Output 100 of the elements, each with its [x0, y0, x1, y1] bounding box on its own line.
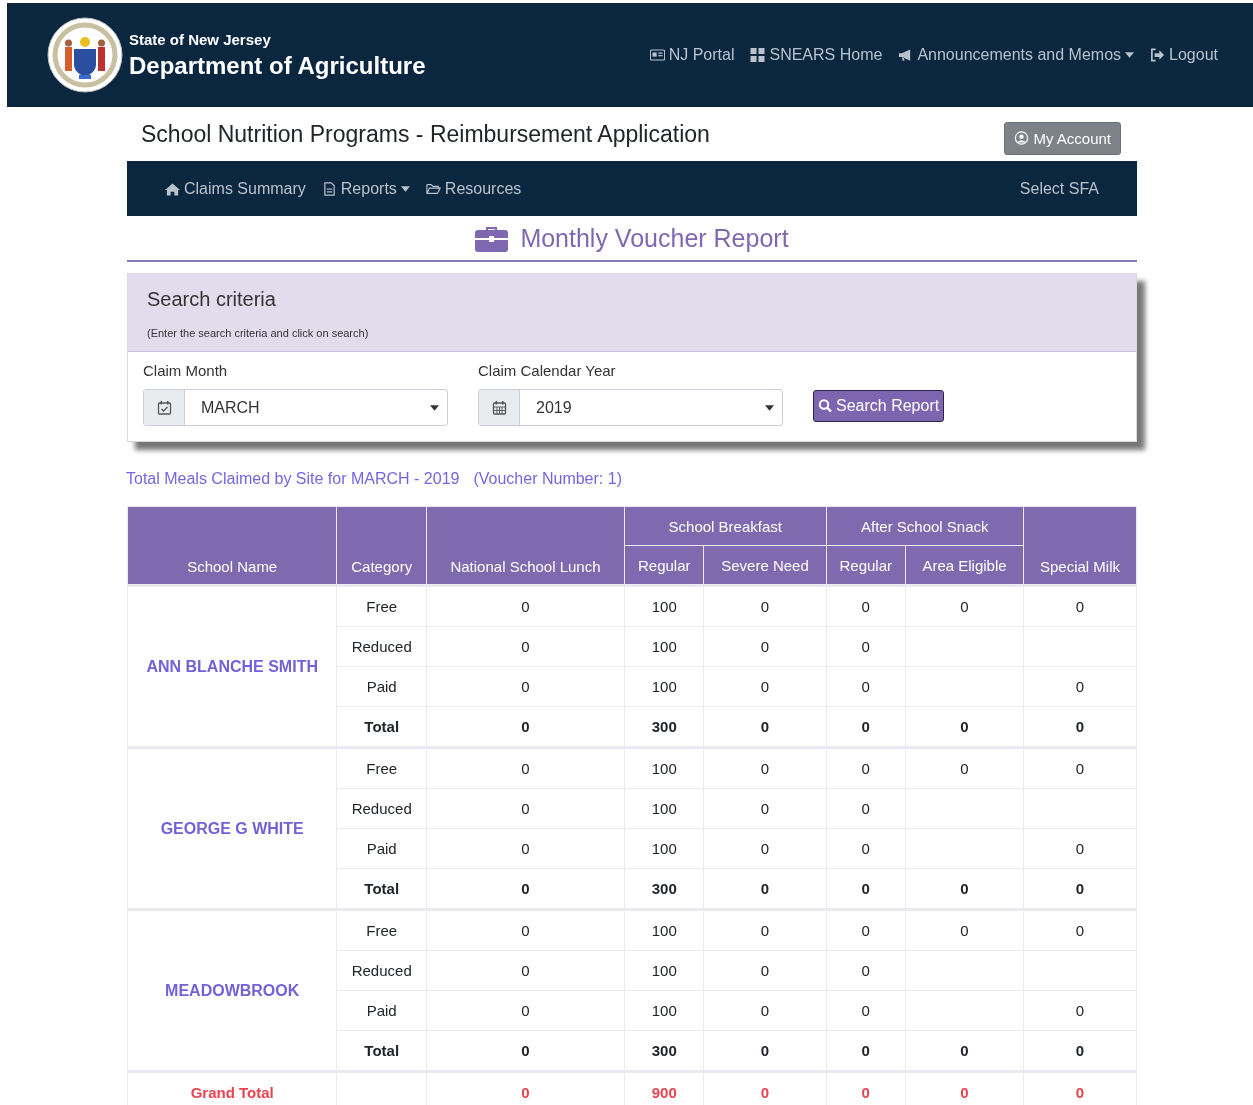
table-cell: 100	[624, 585, 704, 627]
table-cell: 0	[1023, 828, 1137, 869]
table-cell: 0	[426, 909, 625, 951]
column-header: Area Eligible	[905, 545, 1024, 586]
table-cell: 0	[426, 950, 625, 991]
nav-link[interactable]: Reports	[321, 179, 410, 198]
user-icon	[1014, 131, 1030, 145]
table-cell: 0	[704, 990, 826, 1031]
table-cell: 0	[704, 828, 826, 869]
table-cell: 0	[1023, 909, 1137, 951]
table-cell: 0	[704, 788, 826, 829]
table-cell: 0	[426, 990, 625, 1031]
caret-icon	[765, 404, 774, 411]
search-icon	[818, 399, 833, 413]
school-name[interactable]: ANN BLANCHE SMITH	[127, 585, 337, 748]
column-header: Regular	[624, 545, 704, 586]
table-cell: 0	[905, 909, 1024, 951]
category-cell: Free	[336, 909, 427, 951]
calendar-icon	[491, 400, 507, 415]
table-cell: 0	[905, 747, 1024, 789]
table-cell: 0	[1023, 747, 1137, 789]
table-cell: 0	[905, 1071, 1024, 1105]
header-link[interactable]: Logout	[1150, 46, 1218, 64]
card-title: Search criteria	[147, 288, 277, 311]
table-cell: 0	[704, 1071, 826, 1105]
nav-link[interactable]: Claims Summary	[165, 179, 306, 198]
table-cell: 0	[826, 585, 906, 627]
table-cell: 100	[624, 666, 704, 707]
briefcase-icon	[475, 224, 509, 252]
table-cell: 0	[704, 626, 826, 667]
table-cell: 0	[826, 747, 906, 789]
table-cell: 0	[426, 828, 625, 869]
table-cell: 0	[704, 585, 826, 627]
table-cell: 0	[426, 666, 625, 707]
table-cell: 0	[1023, 666, 1137, 707]
column-group-header: School Breakfast	[624, 506, 826, 546]
document-icon	[321, 181, 337, 196]
header-link[interactable]: SNEARS Home	[750, 46, 883, 64]
table-cell: 0	[1023, 585, 1137, 627]
table-cell: 0	[426, 1071, 625, 1105]
grid-icon	[750, 48, 766, 62]
folder-icon	[425, 181, 441, 196]
page-title: Monthly Voucher Report	[520, 223, 789, 253]
table-cell: 0	[905, 585, 1024, 627]
school-name[interactable]: MEADOWBROOK	[127, 909, 337, 1072]
table-cell: 0	[826, 666, 906, 707]
search-button[interactable]: Search Report	[813, 390, 945, 422]
category-cell: Paid	[336, 666, 427, 707]
caret-icon	[400, 185, 410, 192]
school-name[interactable]: GEORGE G WHITE	[127, 747, 337, 910]
table-cell: 0	[704, 747, 826, 789]
grand-total-label: Grand Total	[127, 1071, 337, 1105]
caret-icon	[430, 404, 439, 411]
app-title: School Nutrition Programs - Reimbursement Application	[141, 120, 710, 148]
table-cell: 0	[704, 666, 826, 707]
voucher-number: (Voucher Number: 1)	[473, 470, 622, 488]
table-cell: 0	[826, 626, 906, 667]
home-icon	[165, 181, 180, 196]
table-cell: 100	[624, 788, 704, 829]
column-header: Category	[336, 506, 427, 586]
category-cell: Free	[336, 747, 427, 789]
select-field[interactable]: MARCH	[143, 389, 448, 426]
nav-link[interactable]: Select SFA	[1019, 179, 1099, 198]
table-cell: 100	[624, 747, 704, 789]
header-link[interactable]: NJ Portal	[649, 46, 735, 64]
table-cell: 0	[426, 747, 625, 789]
column-header: National School Lunch	[426, 506, 625, 586]
table-cell: 100	[624, 909, 704, 951]
table-cell: 0	[826, 990, 906, 1031]
category-cell: Paid	[336, 828, 427, 869]
my-account-button[interactable]: My Account	[1004, 121, 1121, 155]
column-header: Regular	[826, 545, 906, 586]
table-cell: 0	[704, 950, 826, 991]
column-group-header: After School Snack	[826, 506, 1024, 546]
table-cell: 0	[1023, 1071, 1137, 1105]
select-field[interactable]: 2019	[478, 389, 783, 426]
table-cell: 0	[704, 909, 826, 951]
category-cell: Reduced	[336, 950, 427, 991]
nav-link[interactable]: Resources	[425, 179, 522, 198]
calendar-icon	[156, 400, 172, 415]
logout-icon	[1150, 48, 1166, 62]
table-cell: 0	[426, 585, 625, 627]
header-link[interactable]: Announcements and Memos	[898, 46, 1135, 64]
summary-link[interactable]: Total Meals Claimed by Site for MARCH - 2019	[126, 470, 460, 488]
hint-text: (Enter the search criteria and click on search)	[147, 327, 370, 339]
table-cell: 0	[826, 828, 906, 869]
table-cell: 100	[624, 990, 704, 1031]
field-label: Claim Month	[143, 362, 229, 379]
field-label: Claim Calendar Year	[478, 362, 617, 379]
column-header: School Name	[127, 506, 337, 586]
table-cell: 0	[826, 1071, 906, 1105]
table-cell: 100	[624, 950, 704, 991]
table-cell: 0	[826, 788, 906, 829]
table-cell: 100	[624, 828, 704, 869]
category-cell: Paid	[336, 990, 427, 1031]
table-cell: 100	[624, 626, 704, 667]
table-cell: 0	[426, 788, 625, 829]
table-cell: 0	[426, 626, 625, 667]
table-cell: 0	[826, 909, 906, 951]
column-header: Severe Need	[704, 545, 826, 586]
